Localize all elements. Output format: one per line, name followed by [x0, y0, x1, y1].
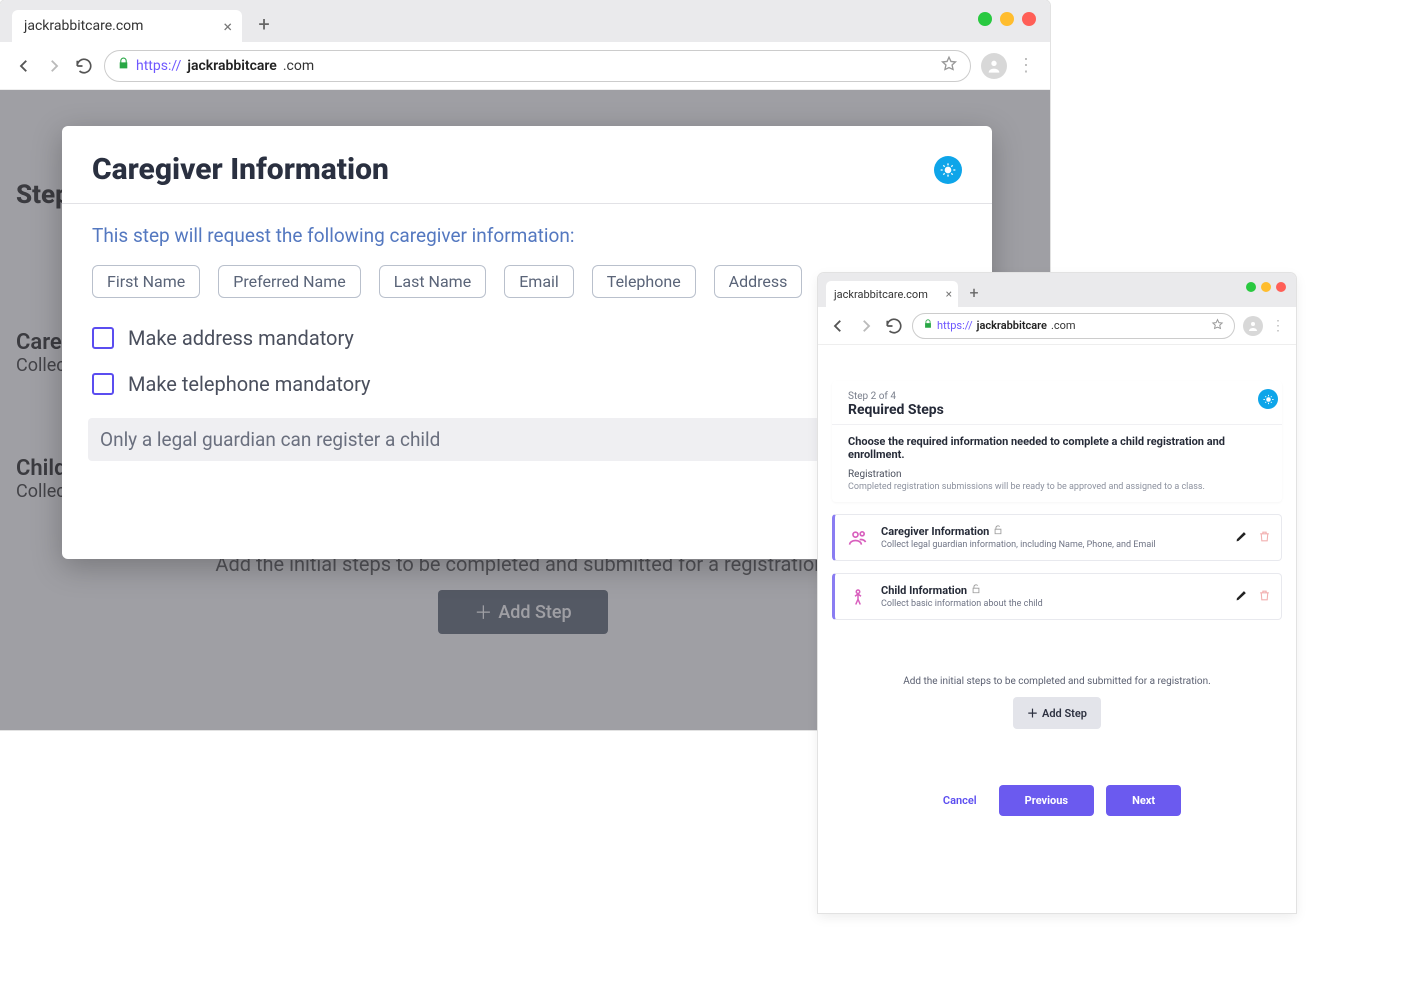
next-button[interactable]: Next: [1106, 785, 1181, 816]
edit-pencil-icon[interactable]: [1235, 530, 1248, 546]
minimize-dot[interactable]: [978, 12, 992, 26]
browser-tab-active[interactable]: jackrabbitcare.com ×: [12, 10, 242, 42]
step-subtitle: Collect legal guardian information, incl…: [881, 540, 1156, 550]
maximize-dot[interactable]: [1000, 12, 1014, 26]
url-host-bold: jackrabbitcare: [977, 319, 1047, 332]
more-menu-icon[interactable]: ⋮: [1017, 55, 1036, 76]
close-dot[interactable]: [1276, 282, 1286, 292]
more-menu-icon[interactable]: ⋮: [1271, 318, 1286, 334]
delete-trash-icon[interactable]: [1258, 589, 1271, 605]
forward-arrow-icon[interactable]: [44, 56, 64, 76]
bookmark-star-icon[interactable]: [940, 55, 958, 77]
address-bar[interactable]: https:// jackrabbitcare .com: [912, 313, 1235, 339]
add-step-button[interactable]: ＋ Add Step: [1013, 697, 1101, 729]
required-steps-panel: Step 2 of 4 Required Steps Choose the re…: [832, 381, 1282, 502]
reload-icon[interactable]: [884, 316, 904, 336]
browser-toolbar: https:// jackrabbitcare .com ⋮: [0, 42, 1050, 90]
panel-title: Required Steps: [848, 402, 1266, 418]
close-icon[interactable]: ×: [223, 17, 232, 36]
bug-report-icon[interactable]: [1258, 389, 1278, 409]
chip-address[interactable]: Address: [714, 265, 803, 298]
close-dot[interactable]: [1022, 12, 1036, 26]
browser-window-front: jackrabbitcare.com × + https://jackrabbi…: [818, 273, 1296, 913]
step-counter: Step 2 of 4: [848, 391, 1266, 402]
step-title: Child Information: [881, 584, 967, 597]
note-text: Only a legal guardian can register a chi…: [100, 428, 440, 451]
url-scheme: https://: [937, 319, 973, 332]
chip-telephone[interactable]: Telephone: [592, 265, 696, 298]
tab-title: jackrabbitcare.com: [24, 18, 143, 34]
page-content: Step 2 of 4 Required Steps Choose the re…: [818, 345, 1296, 816]
step-title: Caregiver Information: [881, 525, 989, 538]
tab-bar: jackrabbitcare.com × +: [0, 0, 1050, 42]
browser-toolbar: https:// jackrabbitcare .com ⋮: [818, 307, 1296, 345]
chip-last-name[interactable]: Last Name: [379, 265, 486, 298]
profile-avatar-icon[interactable]: [981, 53, 1007, 79]
modal-title: Caregiver Information: [92, 152, 389, 187]
chip-preferred-name[interactable]: Preferred Name: [218, 265, 361, 298]
wizard-footer: Cancel Previous Next: [832, 785, 1282, 816]
chip-first-name[interactable]: First Name: [92, 265, 200, 298]
edit-pencil-icon[interactable]: [1235, 589, 1248, 605]
step-subtitle: Collect basic information about the chil…: [881, 599, 1043, 609]
minimize-dot[interactable]: [1246, 282, 1256, 292]
panel-subheading: Registration: [848, 469, 1266, 480]
address-bar[interactable]: https:// jackrabbitcare .com: [104, 50, 971, 82]
bookmark-star-icon[interactable]: [1211, 318, 1224, 334]
checkbox-label: Make telephone mandatory: [128, 372, 371, 396]
browser-tab-active[interactable]: jackrabbitcare.com ×: [826, 281, 958, 307]
cancel-button[interactable]: Cancel: [933, 794, 987, 807]
profile-avatar-icon[interactable]: [1243, 316, 1263, 336]
lock-open-icon: [971, 584, 981, 597]
plus-icon: ＋: [1027, 705, 1038, 721]
child-icon: [847, 586, 869, 608]
back-arrow-icon[interactable]: [828, 316, 848, 336]
modal-description: This step will request the following car…: [92, 224, 962, 247]
lock-icon: [117, 57, 130, 74]
add-step-label: Add Step: [1042, 707, 1087, 720]
lock-icon: [923, 319, 933, 332]
checkbox-icon[interactable]: [92, 373, 114, 395]
checkbox-icon[interactable]: [92, 327, 114, 349]
close-icon[interactable]: ×: [946, 287, 952, 301]
url-scheme: https://: [136, 58, 181, 74]
reload-icon[interactable]: [74, 56, 94, 76]
panel-subtext: Completed registration submissions will …: [848, 482, 1266, 492]
new-tab-button[interactable]: +: [250, 10, 278, 38]
window-controls: [1246, 282, 1286, 292]
window-controls: [978, 12, 1036, 26]
step-card-caregiver[interactable]: Caregiver Information Collect legal guar…: [832, 514, 1282, 561]
url-host-rest: .com: [283, 58, 314, 74]
delete-trash-icon[interactable]: [1258, 530, 1271, 546]
hint-text: Add the initial steps to be completed an…: [832, 676, 1282, 687]
tab-title: jackrabbitcare.com: [834, 288, 928, 301]
people-icon: [847, 527, 869, 549]
panel-description: Choose the required information needed t…: [848, 435, 1266, 461]
url-host-rest: .com: [1051, 319, 1076, 332]
tab-bar: jackrabbitcare.com × +: [818, 273, 1296, 307]
new-tab-button[interactable]: +: [964, 282, 984, 302]
chip-email[interactable]: Email: [504, 265, 574, 298]
step-card-child[interactable]: Child Information Collect basic informat…: [832, 573, 1282, 620]
checkbox-label: Make address mandatory: [128, 326, 354, 350]
url-host-bold: jackrabbitcare: [187, 58, 276, 74]
maximize-dot[interactable]: [1261, 282, 1271, 292]
back-arrow-icon[interactable]: [14, 56, 34, 76]
lock-open-icon: [993, 525, 1003, 538]
forward-arrow-icon[interactable]: [856, 316, 876, 336]
bug-report-icon[interactable]: [934, 156, 962, 184]
previous-button[interactable]: Previous: [999, 785, 1094, 816]
